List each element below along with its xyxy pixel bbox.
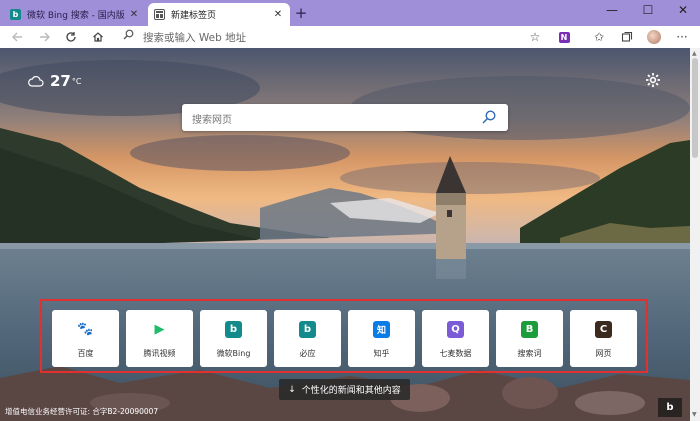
temperature: 27: [50, 72, 71, 90]
refresh-icon: [66, 32, 76, 42]
home-button[interactable]: [89, 28, 107, 46]
forward-button[interactable]: [36, 28, 54, 46]
browser-window: b 微软 Bing 搜索 - 国内版 ✕ 新建标签页 ✕ + — ☐ ✕ 搜索或…: [0, 0, 700, 421]
quick-link-label: 知乎: [373, 349, 390, 358]
quick-link-tile[interactable]: 🐾 百度: [52, 310, 119, 367]
baidu-paw-icon: 🐾: [77, 321, 94, 338]
refresh-button[interactable]: [62, 28, 80, 46]
quick-links-highlight: 🐾 百度 ▶ 腾讯视频 b 微软Bing b 必应 知 知乎 Q 七麦数据 B …: [40, 299, 648, 373]
quick-link-label: 必应: [299, 349, 316, 358]
forward-arrow-icon: [40, 32, 50, 42]
profile-button[interactable]: [645, 28, 663, 46]
quick-link-tile[interactable]: b 微软Bing: [200, 310, 267, 367]
license-text[interactable]: 增值电信业务经营许可证: 合字B2-20090007: [5, 406, 158, 417]
zhihu-icon: 知: [373, 321, 390, 338]
bing-icon: b: [225, 321, 242, 338]
quick-link-tile[interactable]: C 网页: [570, 310, 637, 367]
bing-logo-icon[interactable]: b: [658, 398, 682, 417]
close-icon[interactable]: ✕: [128, 9, 140, 20]
gear-icon: [646, 73, 660, 87]
search-icon[interactable]: [481, 109, 497, 125]
tab-strip: b 微软 Bing 搜索 - 国内版 ✕ 新建标签页 ✕ + — ☐ ✕: [0, 0, 700, 26]
star-icon: ☆: [529, 30, 541, 44]
personalized-news-button[interactable]: ↓ 个性化的新闻和其他内容: [279, 379, 410, 400]
collections-icon: [621, 31, 633, 42]
quick-link-tile[interactable]: 知 知乎: [348, 310, 415, 367]
quick-link-label: 网页: [595, 349, 612, 358]
weather-widget[interactable]: 27 °C: [28, 72, 81, 90]
tab-bing[interactable]: b 微软 Bing 搜索 - 国内版 ✕: [4, 3, 146, 26]
quick-link-tile[interactable]: B 搜索词: [496, 310, 563, 367]
scroll-down-arrow-icon[interactable]: ▼: [692, 411, 697, 418]
arrow-down-icon: ↓: [288, 384, 296, 395]
tab-title: 微软 Bing 搜索 - 国内版: [27, 11, 125, 21]
back-button[interactable]: [8, 28, 26, 46]
quick-link-tile[interactable]: b 必应: [274, 310, 341, 367]
favorite-star-button[interactable]: ☆: [526, 28, 544, 46]
quick-link-label: 七麦数据: [439, 349, 472, 358]
onenote-extension-button[interactable]: N: [555, 28, 573, 46]
new-tab-page: 27 °C 搜索网页 🐾 百度 ▶ 腾讯视频 b 微软Bing b 必应 知 知…: [0, 48, 690, 421]
favorites-button[interactable]: ✩: [590, 28, 608, 46]
quick-link-label: 搜索词: [517, 349, 542, 358]
more-icon: ···: [676, 30, 688, 44]
close-window-button[interactable]: ✕: [666, 0, 700, 22]
search-input[interactable]: 搜索网页: [192, 111, 232, 126]
tab-title: 新建标签页: [171, 11, 217, 21]
search-word-icon: B: [521, 321, 538, 338]
quick-link-label: 微软Bing: [216, 349, 251, 358]
address-toolbar: 搜索或输入 Web 地址 ☆ N ✩ ···: [0, 26, 700, 49]
maximize-button[interactable]: ☐: [631, 0, 665, 22]
new-tab-button[interactable]: +: [293, 5, 309, 21]
news-button-label: 个性化的新闻和其他内容: [301, 386, 401, 396]
search-icon: [123, 29, 134, 43]
onenote-icon: N: [558, 31, 570, 43]
bing-icon: b: [10, 9, 21, 20]
web-search-box[interactable]: 搜索网页: [182, 104, 508, 131]
qimai-icon: Q: [447, 321, 464, 338]
quick-link-label: 腾讯视频: [143, 349, 176, 358]
favorites-icon: ✩: [593, 30, 605, 44]
tab-new-tab[interactable]: 新建标签页 ✕: [148, 3, 290, 26]
avatar: [647, 30, 661, 44]
minimize-button[interactable]: —: [595, 0, 629, 22]
more-menu-button[interactable]: ···: [673, 28, 691, 46]
close-icon[interactable]: ✕: [272, 9, 284, 20]
collections-button[interactable]: [618, 28, 636, 46]
tencent-video-icon: ▶: [151, 321, 168, 338]
address-input[interactable]: 搜索或输入 Web 地址: [143, 30, 246, 45]
quick-link-tile[interactable]: Q 七麦数据: [422, 310, 489, 367]
home-icon: [93, 32, 103, 42]
newtab-page-icon: [154, 9, 165, 20]
quick-link-tile[interactable]: ▶ 腾讯视频: [126, 310, 193, 367]
temperature-unit: °C: [71, 76, 82, 86]
back-arrow-icon: [12, 32, 22, 42]
scroll-up-arrow-icon[interactable]: ▲: [692, 50, 698, 57]
quick-link-label: 百度: [77, 349, 94, 358]
settings-button[interactable]: [645, 72, 661, 88]
scrollbar-thumb[interactable]: [692, 58, 698, 158]
webpage-icon: C: [595, 321, 612, 338]
cloud-icon: [28, 76, 44, 87]
bing-icon: b: [299, 321, 316, 338]
